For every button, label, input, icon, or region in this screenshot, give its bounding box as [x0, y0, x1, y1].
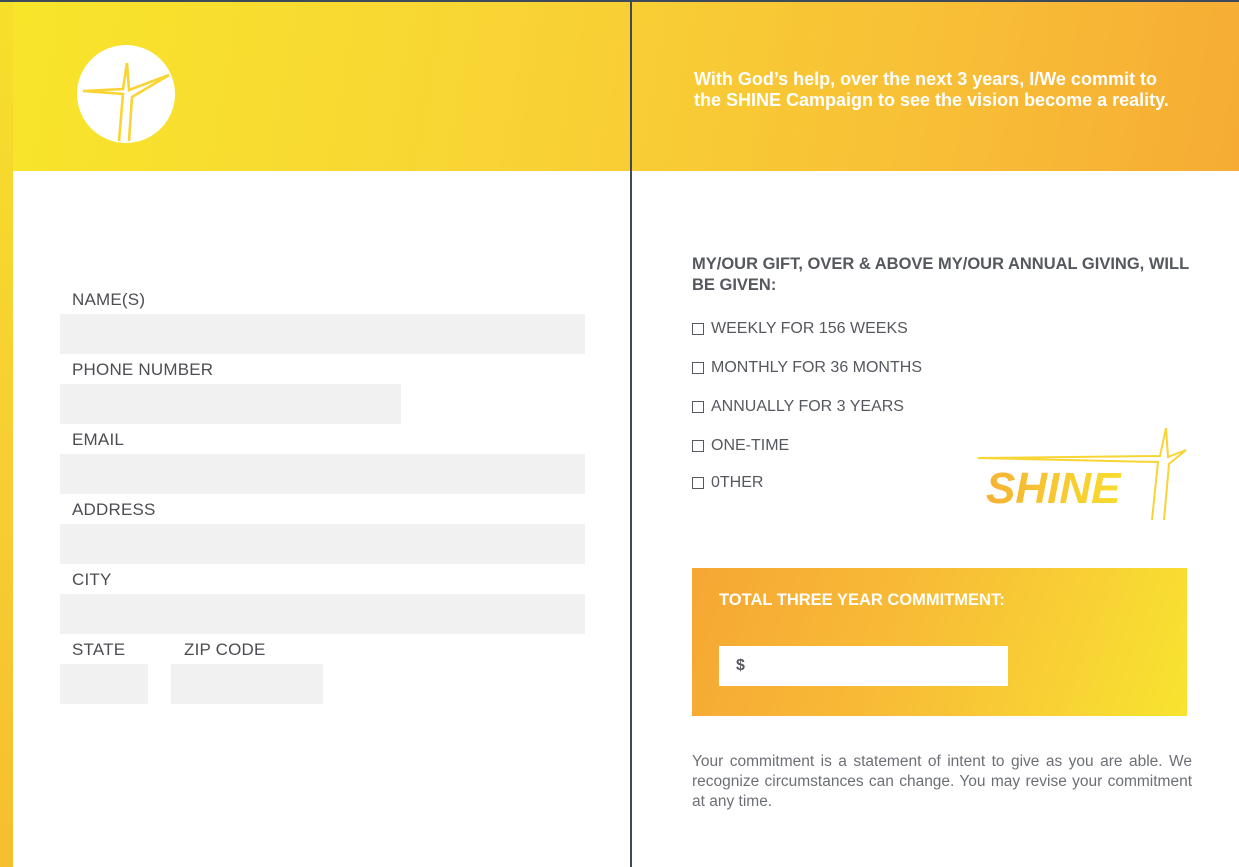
city-input[interactable] — [60, 594, 585, 634]
dollar-sign: $ — [736, 657, 745, 674]
address-label: ADDRESS — [72, 500, 156, 519]
option-label: WEEKLY FOR 156 WEEKS — [711, 320, 908, 337]
left-edge-strip — [0, 0, 13, 867]
checkbox[interactable] — [692, 401, 704, 413]
option-label: MONTHLY FOR 36 MONTHS — [711, 359, 922, 376]
option-label: ANNUALLY FOR 3 YEARS — [711, 398, 904, 415]
phone-input[interactable] — [60, 384, 401, 424]
checkbox[interactable] — [692, 362, 704, 374]
state-label: STATE — [72, 640, 126, 659]
option-label: 0THER — [711, 474, 764, 491]
option-weekly[interactable]: WEEKLY FOR 156 WEEKS — [692, 320, 908, 338]
option-annually[interactable]: ANNUALLY FOR 3 YEARS — [692, 398, 904, 416]
email-input[interactable] — [60, 454, 585, 494]
total-commitment-title: TOTAL THREE YEAR COMMITMENT: — [719, 591, 1005, 609]
total-commitment-box: TOTAL THREE YEAR COMMITMENT: $ — [692, 568, 1187, 716]
fold-divider — [630, 0, 632, 867]
names-label: NAME(S) — [72, 290, 146, 309]
address-input[interactable] — [60, 524, 585, 564]
checkbox[interactable] — [692, 323, 704, 335]
checkbox[interactable] — [692, 477, 704, 489]
commitment-disclaimer: Your commitment is a statement of intent… — [692, 753, 1192, 810]
city-label: CITY — [72, 570, 112, 589]
star-in-circle-icon — [77, 45, 175, 143]
option-one-time[interactable]: ONE-TIME — [692, 437, 789, 455]
zip-input[interactable] — [171, 664, 323, 704]
email-label: EMAIL — [72, 430, 125, 449]
top-border — [0, 0, 1239, 2]
phone-label: PHONE NUMBER — [72, 360, 214, 379]
checkbox[interactable] — [692, 440, 704, 452]
gift-frequency-heading: MY/OUR GIFT, OVER & ABOVE MY/OUR ANNUAL … — [692, 255, 1189, 294]
zip-label: ZIP CODE — [184, 640, 266, 659]
state-input[interactable] — [60, 664, 148, 704]
option-monthly[interactable]: MONTHLY FOR 36 MONTHS — [692, 359, 922, 377]
shine-wordmark: SHINE — [986, 464, 1122, 513]
commitment-card: With God’s help, over the next 3 years, … — [0, 0, 1239, 867]
commitment-amount-input[interactable]: $ — [719, 646, 1008, 686]
option-label: ONE-TIME — [711, 437, 790, 454]
names-input[interactable] — [60, 314, 585, 354]
option-other[interactable]: 0THER — [692, 474, 763, 492]
shine-logo: SHINE — [970, 426, 1190, 522]
pledge-statement: With God’s help, over the next 3 years, … — [694, 69, 1169, 110]
